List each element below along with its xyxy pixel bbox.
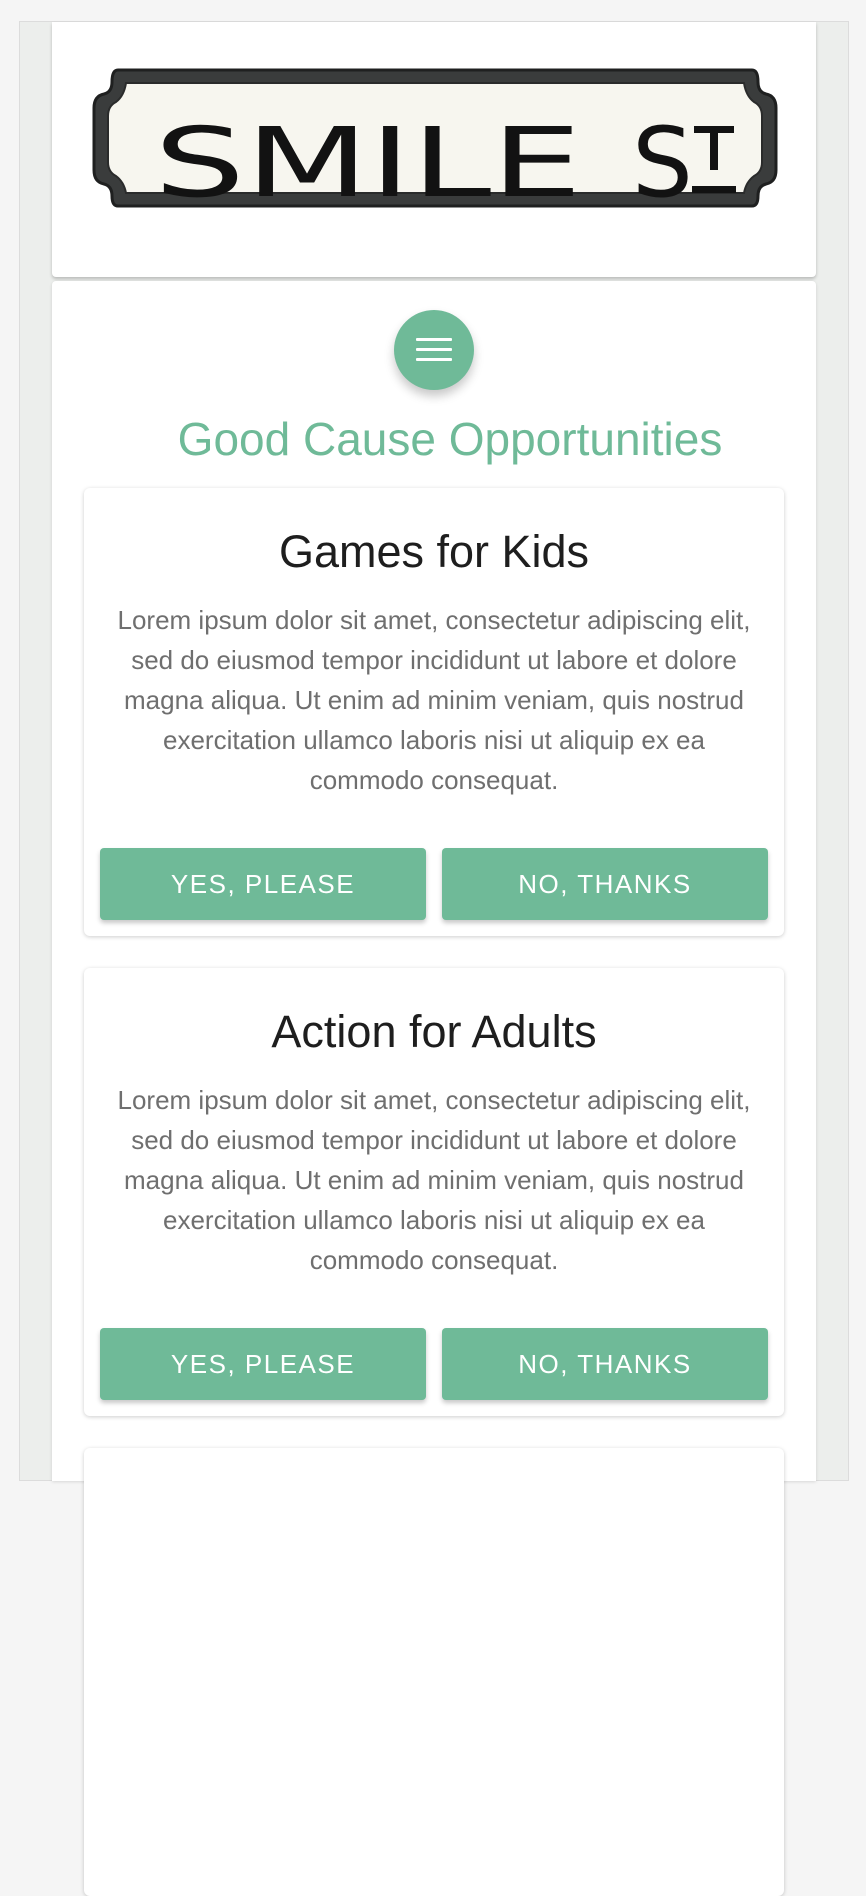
yes-please-button[interactable]: YES, PLEASE — [100, 1328, 426, 1400]
hamburger-menu-icon — [416, 338, 452, 341]
opportunity-description: Lorem ipsum dolor sit amet, consectetur … — [117, 605, 751, 795]
opportunity-card-partial — [84, 1448, 784, 1896]
hamburger-menu-icon-bar — [416, 358, 452, 361]
hamburger-menu-icon-bar — [416, 348, 452, 351]
smile-st-sign-logo: SMILE S — [92, 68, 778, 210]
yes-please-button[interactable]: YES, PLEASE — [100, 848, 426, 920]
no-thanks-button[interactable]: NO, THANKS — [442, 1328, 768, 1400]
opportunity-card-games-for-kids: Games for Kids Lorem ipsum dolor sit ame… — [84, 488, 784, 936]
opportunity-card-action-for-adults: Action for Adults Lorem ipsum dolor sit … — [84, 968, 784, 1416]
svg-text:SMILE: SMILE — [154, 107, 582, 210]
hamburger-menu-button[interactable] — [394, 310, 474, 390]
opportunity-description: Lorem ipsum dolor sit amet, consectetur … — [117, 1085, 751, 1275]
svg-text:S: S — [632, 107, 693, 210]
opportunity-title: Games for Kids — [278, 526, 590, 577]
no-thanks-button[interactable]: NO, THANKS — [442, 848, 768, 920]
opportunity-title: Action for Adults — [271, 1006, 597, 1057]
page-title: Good Cause Opportunities — [177, 413, 723, 465]
main-content: Good Cause Opportunities Games for Kids … — [52, 281, 816, 1896]
logo-header: SMILE S — [52, 22, 816, 277]
